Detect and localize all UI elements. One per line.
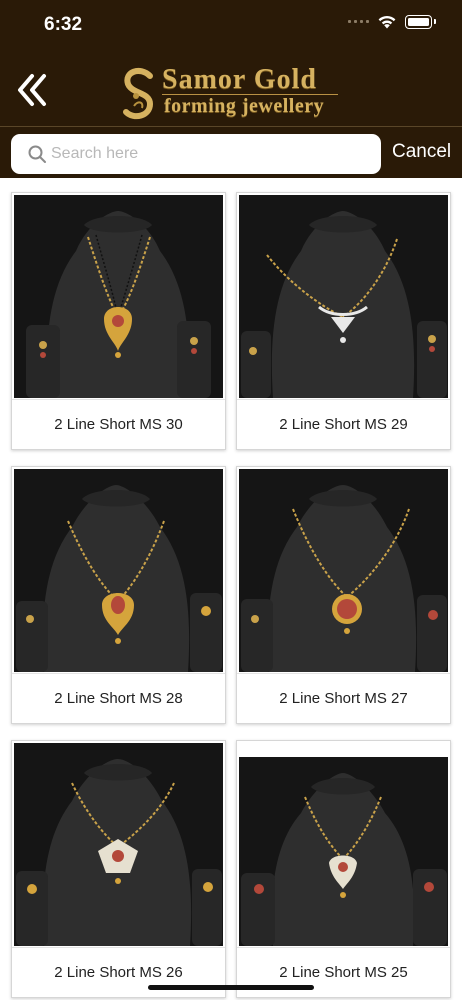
brand-logo: Samor Gold forming jewellery	[120, 64, 342, 124]
status-bar: 6:32	[0, 0, 462, 52]
wifi-icon	[378, 15, 396, 29]
search-input[interactable]	[51, 134, 371, 174]
search-bar: Cancel	[0, 126, 462, 178]
product-grid: 2 Line Short MS 30 2 Line Short MS 29 2 …	[0, 178, 462, 1000]
product-card[interactable]: 2 Line Short MS 28	[11, 466, 226, 724]
product-image	[239, 469, 448, 672]
product-card[interactable]: 2 Line Short MS 26	[11, 740, 226, 998]
product-card[interactable]: 2 Line Short MS 27	[236, 466, 451, 724]
product-image	[14, 469, 223, 672]
cancel-button[interactable]: Cancel	[392, 141, 451, 163]
product-card[interactable]: 2 Line Short MS 29	[236, 192, 451, 450]
app-header: 6:32 Samor Gold forming jewellery Search…	[0, 0, 462, 178]
product-card[interactable]: 2 Line Short MS 25	[236, 740, 451, 998]
product-image	[14, 743, 223, 946]
product-image	[239, 743, 448, 946]
product-name: 2 Line Short MS 29	[237, 399, 450, 449]
logo-subtitle: forming jewellery	[164, 95, 325, 117]
status-time: 6:32	[44, 14, 83, 35]
battery-icon	[405, 14, 432, 29]
double-chevron-left-icon	[18, 74, 46, 106]
search-icon	[28, 145, 46, 163]
product-card[interactable]: 2 Line Short MS 30	[11, 192, 226, 450]
search-field[interactable]	[11, 134, 381, 174]
cellular-signal-icon	[348, 20, 369, 23]
product-name: 2 Line Short MS 28	[12, 673, 225, 723]
product-name: 2 Line Short MS 27	[237, 673, 450, 723]
product-image	[14, 195, 223, 398]
logo-emblem-icon	[123, 67, 154, 120]
product-name: 2 Line Short MS 30	[12, 399, 225, 449]
battery-cap	[434, 19, 436, 24]
logo-title: Samor Gold	[162, 64, 317, 95]
back-button[interactable]	[14, 70, 50, 110]
home-indicator[interactable]	[148, 985, 314, 990]
product-image	[239, 195, 448, 398]
status-icons	[348, 14, 436, 29]
